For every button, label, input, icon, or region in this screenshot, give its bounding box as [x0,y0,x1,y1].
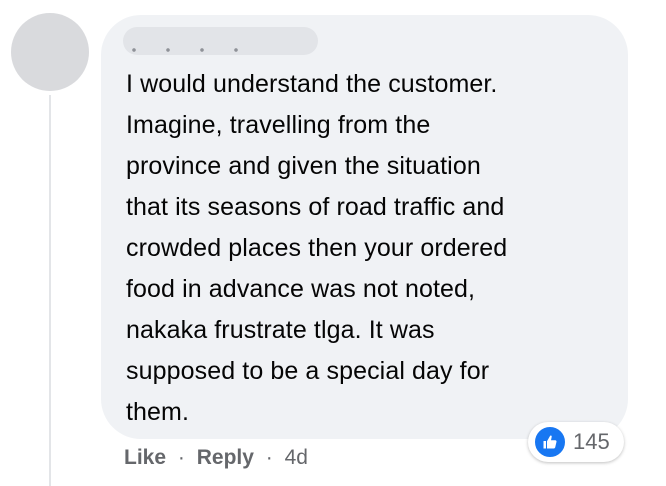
thumbs-up-icon [533,425,567,459]
comment-line: nakaka frustrate tlga. It was [126,316,435,344]
comment-line: that its seasons of road traffic and [126,193,505,221]
comment-line: I would understand the customer. [126,70,498,98]
thread-line [49,95,51,486]
comment-actions: Like · Reply · 4d [124,446,308,470]
reaction-summary[interactable]: 145 [528,422,624,462]
comment-line: supposed to be a special day for [126,357,490,385]
reaction-count: 145 [573,429,610,454]
like-button[interactable]: Like [124,446,166,469]
comment-line: crowded places then your ordered [126,234,508,262]
comment-line: province and given the situation [126,152,481,180]
author-name-residue [132,48,252,52]
comment-timestamp[interactable]: 4d [285,446,308,469]
action-separator: · [177,446,185,469]
avatar[interactable] [11,13,89,91]
comment-text: I would understand the customer. Imagine… [126,64,616,433]
comment-line: Imagine, travelling from the [126,111,431,139]
comment-line: food in advance was not noted, [126,275,476,303]
action-separator: · [265,446,273,469]
reply-button[interactable]: Reply [197,446,254,469]
